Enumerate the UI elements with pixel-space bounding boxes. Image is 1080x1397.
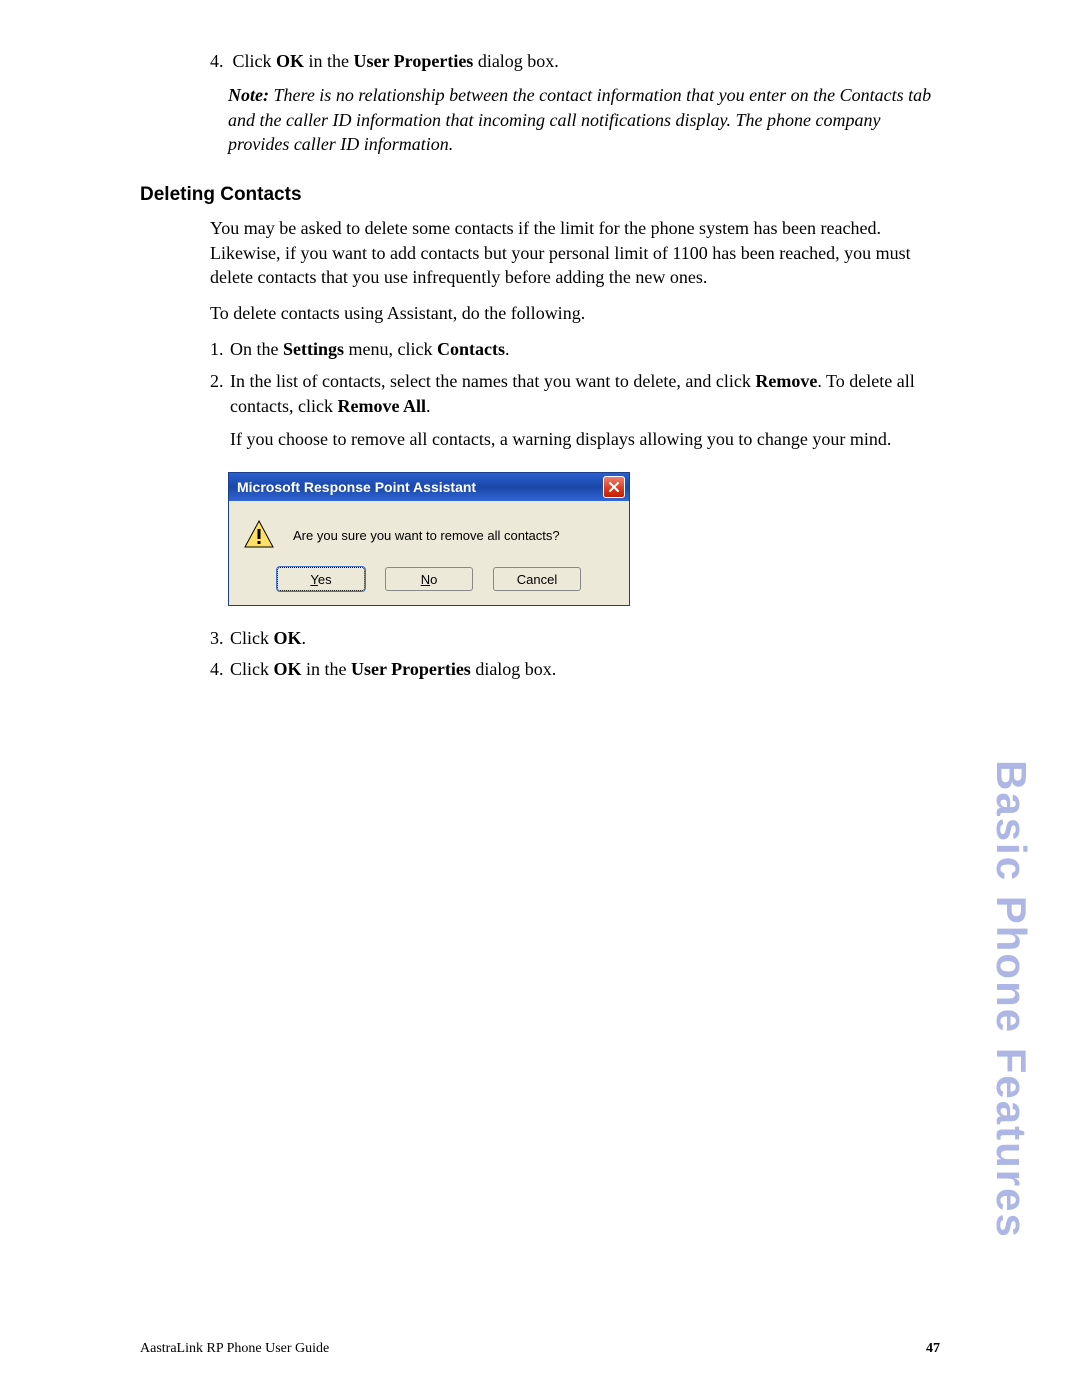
paragraph-2: To delete contacts using Assistant, do t…	[210, 301, 940, 325]
step-text: On the Settings menu, click Contacts.	[230, 337, 940, 362]
step-4-top: 4. Click OK in the User Properties dialo…	[210, 50, 940, 73]
paragraph-1: You may be asked to delete some contacts…	[210, 216, 940, 289]
step-num: 4.	[210, 50, 228, 73]
note-text: There is no relationship between the con…	[228, 85, 931, 154]
footer-title: AastraLink RP Phone User Guide	[140, 1341, 329, 1357]
no-button[interactable]: No	[385, 567, 473, 591]
dialog-button-row: Yes No Cancel	[229, 559, 629, 605]
side-tab-label: Basic Phone Features	[987, 760, 1035, 1239]
dialog-title: Microsoft Response Point Assistant	[237, 479, 476, 495]
note-paragraph: Note: There is no relationship between t…	[228, 83, 940, 156]
dialog-titlebar[interactable]: Microsoft Response Point Assistant	[229, 473, 629, 501]
close-icon	[608, 481, 620, 493]
page-footer: AastraLink RP Phone User Guide 47	[140, 1333, 940, 1357]
step-3: 3. Click OK.	[210, 626, 940, 651]
dialog-message: Are you sure you want to remove all cont…	[293, 528, 560, 543]
yes-button[interactable]: Yes	[277, 567, 365, 591]
warning-icon	[243, 519, 275, 551]
note-label: Note:	[228, 85, 269, 105]
section-heading-deleting-contacts: Deleting Contacts	[140, 184, 940, 206]
step-num: 2.	[210, 369, 230, 453]
step-2: 2. In the list of contacts, select the n…	[210, 369, 940, 453]
confirm-dialog: Microsoft Response Point Assistant Are y…	[228, 472, 630, 606]
step-text: Click OK.	[230, 626, 940, 651]
text: Click OK in the User Properties dialog b…	[233, 51, 559, 71]
step-num: 4.	[210, 657, 230, 682]
step-1: 1. On the Settings menu, click Contacts.	[210, 337, 940, 362]
step-text: In the list of contacts, select the name…	[230, 369, 940, 453]
close-button[interactable]	[603, 476, 625, 498]
step-num: 3.	[210, 626, 230, 651]
page-number: 47	[926, 1341, 940, 1357]
step-2-sub: If you choose to remove all contacts, a …	[230, 427, 940, 452]
step-text: Click OK in the User Properties dialog b…	[230, 657, 940, 682]
cancel-button[interactable]: Cancel	[493, 567, 581, 591]
step-4: 4. Click OK in the User Properties dialo…	[210, 657, 940, 682]
dialog-body: Are you sure you want to remove all cont…	[229, 501, 629, 559]
step-num: 1.	[210, 337, 230, 362]
